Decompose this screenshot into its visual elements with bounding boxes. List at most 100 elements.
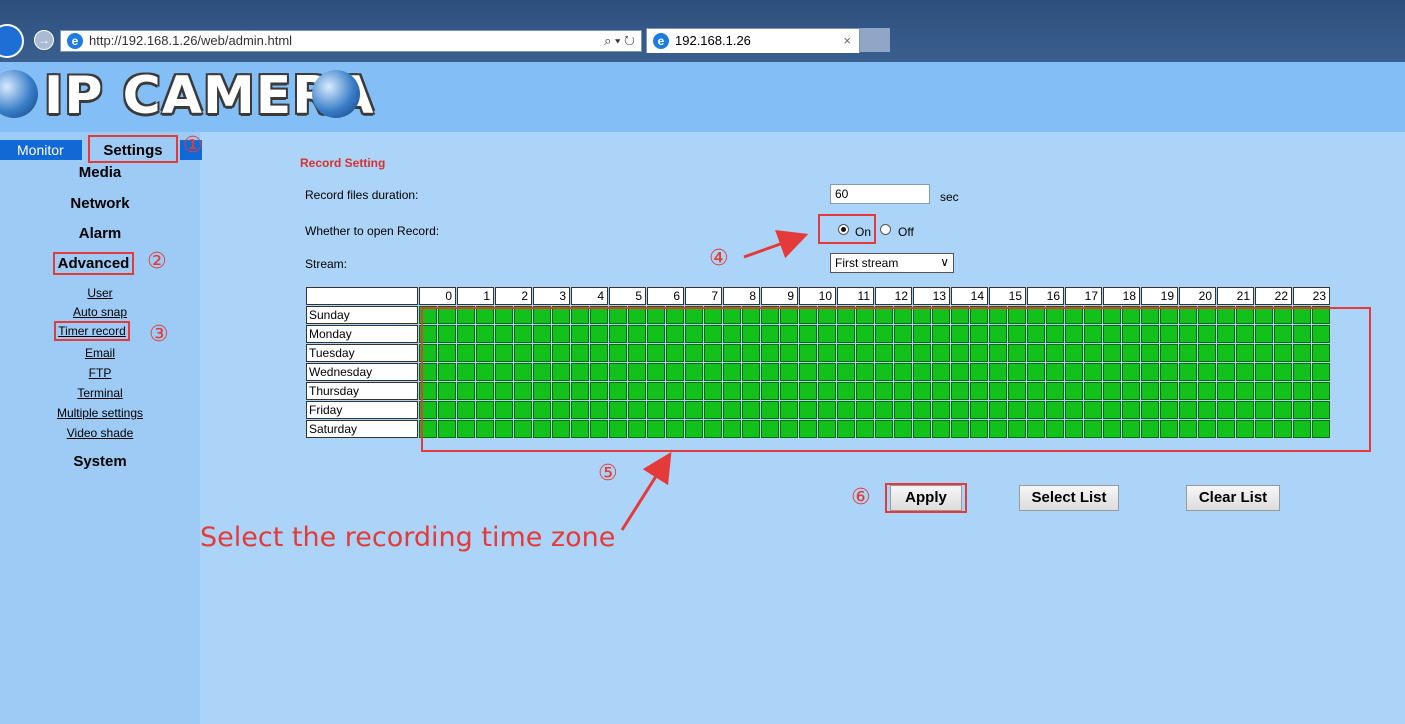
time-slot[interactable] xyxy=(438,420,456,438)
time-slot[interactable] xyxy=(1008,344,1026,362)
time-slot[interactable] xyxy=(1065,382,1083,400)
time-slot[interactable] xyxy=(1027,420,1045,438)
time-slot[interactable] xyxy=(856,306,874,324)
time-slot[interactable] xyxy=(856,401,874,419)
time-slot[interactable] xyxy=(856,325,874,343)
hour-header[interactable]: 19 xyxy=(1141,287,1178,305)
time-slot[interactable] xyxy=(780,401,798,419)
time-slot[interactable] xyxy=(1141,382,1159,400)
time-slot[interactable] xyxy=(666,401,684,419)
hour-header[interactable]: 4 xyxy=(571,287,608,305)
time-slot[interactable] xyxy=(1084,401,1102,419)
time-slot[interactable] xyxy=(1103,401,1121,419)
time-slot[interactable] xyxy=(590,401,608,419)
time-slot[interactable] xyxy=(875,306,893,324)
time-slot[interactable] xyxy=(989,325,1007,343)
time-slot[interactable] xyxy=(1179,420,1197,438)
time-slot[interactable] xyxy=(571,401,589,419)
time-slot[interactable] xyxy=(1103,306,1121,324)
time-slot[interactable] xyxy=(970,306,988,324)
time-slot[interactable] xyxy=(1179,344,1197,362)
time-slot[interactable] xyxy=(1293,306,1311,324)
hour-header[interactable]: 23 xyxy=(1293,287,1330,305)
time-slot[interactable] xyxy=(666,325,684,343)
time-slot[interactable] xyxy=(476,325,494,343)
time-slot[interactable] xyxy=(647,420,665,438)
time-slot[interactable] xyxy=(1274,325,1292,343)
time-slot[interactable] xyxy=(837,363,855,381)
time-slot[interactable] xyxy=(723,344,741,362)
time-slot[interactable] xyxy=(1065,401,1083,419)
time-slot[interactable] xyxy=(647,401,665,419)
time-slot[interactable] xyxy=(761,382,779,400)
time-slot[interactable] xyxy=(799,420,817,438)
time-slot[interactable] xyxy=(913,325,931,343)
time-slot[interactable] xyxy=(742,363,760,381)
time-slot[interactable] xyxy=(742,306,760,324)
time-slot[interactable] xyxy=(1084,363,1102,381)
menu-timer-record[interactable]: Timer record xyxy=(48,321,136,341)
time-slot[interactable] xyxy=(989,420,1007,438)
time-slot[interactable] xyxy=(1046,306,1064,324)
time-slot[interactable] xyxy=(818,306,836,324)
time-slot[interactable] xyxy=(1160,363,1178,381)
time-slot[interactable] xyxy=(609,325,627,343)
time-slot[interactable] xyxy=(571,344,589,362)
time-slot[interactable] xyxy=(590,363,608,381)
time-slot[interactable] xyxy=(704,420,722,438)
time-slot[interactable] xyxy=(685,420,703,438)
time-slot[interactable] xyxy=(552,363,570,381)
time-slot[interactable] xyxy=(951,401,969,419)
time-slot[interactable] xyxy=(419,382,437,400)
time-slot[interactable] xyxy=(951,306,969,324)
time-slot[interactable] xyxy=(1179,401,1197,419)
time-slot[interactable] xyxy=(913,401,931,419)
time-slot[interactable] xyxy=(514,382,532,400)
time-slot[interactable] xyxy=(932,382,950,400)
time-slot[interactable] xyxy=(742,420,760,438)
time-slot[interactable] xyxy=(1312,401,1330,419)
time-slot[interactable] xyxy=(894,401,912,419)
time-slot[interactable] xyxy=(476,344,494,362)
time-slot[interactable] xyxy=(1046,420,1064,438)
time-slot[interactable] xyxy=(1008,420,1026,438)
time-slot[interactable] xyxy=(799,363,817,381)
time-slot[interactable] xyxy=(685,401,703,419)
time-slot[interactable] xyxy=(1103,382,1121,400)
time-slot[interactable] xyxy=(457,363,475,381)
menu-advanced[interactable]: Advanced xyxy=(51,252,136,275)
time-slot[interactable] xyxy=(780,363,798,381)
time-slot[interactable] xyxy=(761,325,779,343)
time-slot[interactable] xyxy=(419,306,437,324)
time-slot[interactable] xyxy=(989,382,1007,400)
back-button[interactable] xyxy=(0,24,24,58)
time-slot[interactable] xyxy=(419,401,437,419)
time-slot[interactable] xyxy=(1312,325,1330,343)
select-list-button[interactable]: Select List xyxy=(1019,485,1119,511)
time-slot[interactable] xyxy=(761,306,779,324)
time-slot[interactable] xyxy=(742,344,760,362)
hour-header[interactable]: 12 xyxy=(875,287,912,305)
time-slot[interactable] xyxy=(761,344,779,362)
time-slot[interactable] xyxy=(514,363,532,381)
time-slot[interactable] xyxy=(1255,363,1273,381)
time-slot[interactable] xyxy=(1141,325,1159,343)
time-slot[interactable] xyxy=(989,344,1007,362)
time-slot[interactable] xyxy=(1198,306,1216,324)
time-slot[interactable] xyxy=(818,382,836,400)
time-slot[interactable] xyxy=(1255,344,1273,362)
time-slot[interactable] xyxy=(666,420,684,438)
time-slot[interactable] xyxy=(438,363,456,381)
time-slot[interactable] xyxy=(932,401,950,419)
time-slot[interactable] xyxy=(1198,363,1216,381)
time-slot[interactable] xyxy=(1179,382,1197,400)
time-slot[interactable] xyxy=(533,363,551,381)
time-slot[interactable] xyxy=(894,344,912,362)
time-slot[interactable] xyxy=(1312,306,1330,324)
time-slot[interactable] xyxy=(1293,344,1311,362)
time-slot[interactable] xyxy=(571,363,589,381)
time-slot[interactable] xyxy=(457,325,475,343)
time-slot[interactable] xyxy=(419,325,437,343)
time-slot[interactable] xyxy=(1160,325,1178,343)
time-slot[interactable] xyxy=(552,325,570,343)
